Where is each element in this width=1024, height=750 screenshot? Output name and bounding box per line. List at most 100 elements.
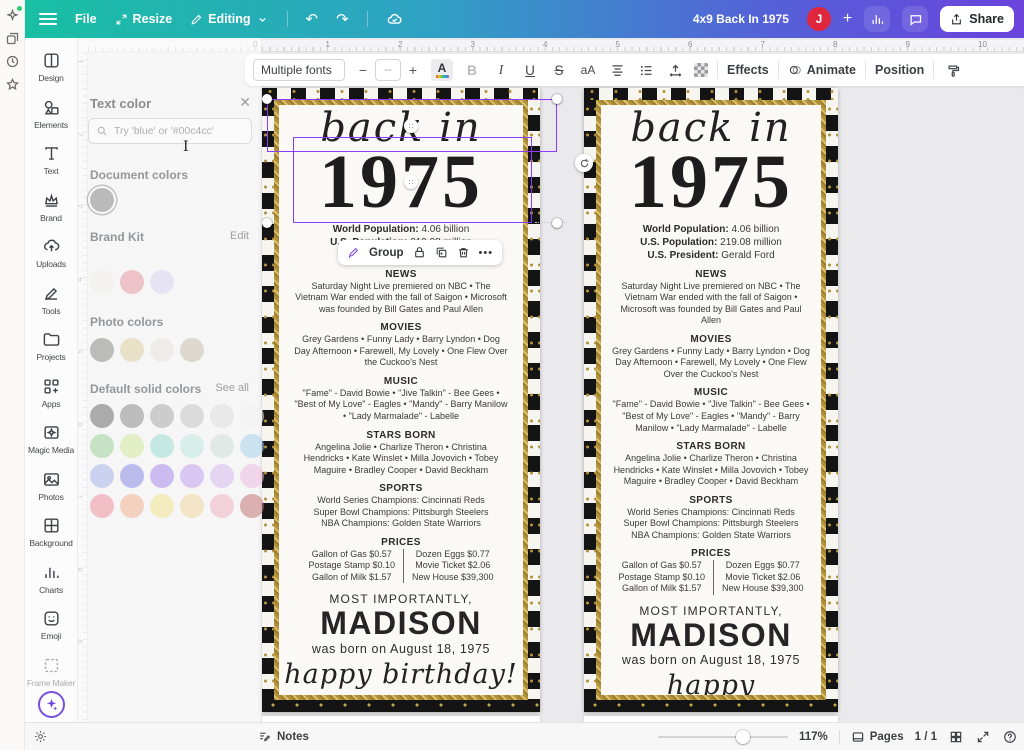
sidebar-item-background[interactable]: Background [25, 509, 78, 556]
brand-kit-edit-link[interactable]: Edit [230, 230, 249, 242]
drag-handle-1975[interactable]: ∷ [404, 175, 418, 189]
sidebar-item-magic-media[interactable]: Magic Media [25, 416, 78, 463]
color-swatch[interactable] [240, 464, 264, 488]
selection-handle-bottom-right[interactable] [552, 218, 562, 228]
color-swatch[interactable] [210, 464, 234, 488]
undo-icon[interactable]: ↶ [306, 12, 319, 27]
see-all-link[interactable]: See all [215, 382, 249, 394]
add-member-button[interactable]: + [843, 10, 852, 28]
help-icon[interactable] [1002, 729, 1018, 745]
poster-section-movies[interactable]: MOVIES Grey Gardens • Funny Lady • Barry… [612, 334, 810, 381]
poster-page-1[interactable]: back in 1975 World Population: 4.06 bill… [262, 88, 540, 712]
color-swatch[interactable] [210, 434, 234, 458]
poster-name[interactable]: MADISON [320, 606, 482, 641]
letter-spacing-button[interactable] [665, 59, 685, 81]
color-swatch[interactable] [90, 434, 114, 458]
sidebar-item-elements[interactable]: Elements [25, 91, 78, 138]
color-swatch[interactable] [210, 494, 234, 518]
pages-button[interactable]: Pages [851, 730, 904, 744]
bold-button[interactable]: B [462, 59, 482, 81]
color-swatch[interactable] [150, 404, 174, 428]
poster-section-prices[interactable]: PRICES Gallon of Gas $0.57 Postage Stamp… [300, 537, 501, 584]
star-bookmark-icon[interactable] [5, 77, 20, 92]
color-swatch[interactable] [240, 434, 264, 458]
poster-name[interactable]: MADISON [630, 618, 792, 653]
poster-born-line[interactable]: was born on August 18, 1975 [312, 642, 490, 656]
list-button[interactable] [636, 59, 656, 81]
poster-section-sports[interactable]: SPORTS World Series Champions: Cincinnat… [612, 495, 810, 542]
group-button[interactable]: Group [369, 247, 404, 259]
sidebar-item-uploads[interactable]: Uploads [25, 230, 78, 277]
poster-page-2[interactable]: back in 1975 World Population: 4.06 bill… [584, 88, 838, 712]
color-swatch[interactable] [150, 494, 174, 518]
text-case-button[interactable]: aA [578, 59, 598, 81]
poster-section-sports[interactable]: SPORTS World Series Champions: Cincinnat… [294, 483, 508, 530]
color-search-input[interactable] [114, 125, 244, 137]
lock-icon[interactable] [413, 246, 426, 259]
zoom-slider-thumb[interactable] [736, 730, 750, 744]
notes-button[interactable]: Notes [258, 730, 309, 743]
color-swatch[interactable] [150, 434, 174, 458]
insights-chart-icon[interactable] [864, 6, 890, 32]
poster-section-news[interactable]: NEWS Saturday Night Live premiered on NB… [612, 269, 810, 327]
italic-button[interactable]: I [491, 59, 511, 81]
sidebar-item-brand[interactable]: Brand [25, 184, 78, 231]
alignment-button[interactable] [607, 59, 627, 81]
magic-edit-icon[interactable] [347, 246, 360, 259]
sidebar-item-apps[interactable]: Apps [25, 370, 78, 417]
color-search-box[interactable] [88, 118, 252, 144]
sparkle-extension-icon[interactable] [5, 8, 20, 23]
color-swatch[interactable] [120, 464, 144, 488]
duplicate-icon[interactable] [435, 246, 448, 259]
poster-section-news[interactable]: NEWS Saturday Night Live premiered on NB… [294, 269, 508, 316]
color-swatch[interactable] [120, 270, 144, 294]
poster-section-stars-born[interactable]: STARS BORN Angelina Jolie • Charlize The… [294, 430, 508, 477]
font-size-input[interactable]: -- [375, 59, 401, 81]
color-swatch[interactable] [240, 494, 264, 518]
color-swatch[interactable] [180, 404, 204, 428]
fullscreen-icon[interactable] [975, 729, 991, 745]
sidebar-item-tools[interactable]: Tools [25, 277, 78, 324]
sidebar-item-projects[interactable]: Projects [25, 323, 78, 370]
poster-most-importantly[interactable]: MOST IMPORTANTLY, [329, 592, 472, 606]
sidebar-item-text[interactable]: Text [25, 137, 78, 184]
selection-handle-top-left[interactable] [262, 94, 272, 104]
color-swatch[interactable] [150, 338, 174, 362]
poster-section-music[interactable]: MUSIC "Fame" - David Bowie • "Jive Talki… [294, 376, 508, 423]
sidebar-item-emoji[interactable]: Emoji [25, 602, 78, 649]
color-swatch[interactable] [90, 404, 114, 428]
rotate-handle[interactable] [575, 154, 593, 172]
color-swatch[interactable] [90, 338, 114, 362]
color-swatch[interactable] [120, 404, 144, 428]
menu-icon[interactable] [39, 13, 57, 25]
copy-window-icon[interactable] [5, 31, 20, 46]
color-swatch[interactable] [180, 464, 204, 488]
strikethrough-button[interactable]: S [549, 59, 569, 81]
poster-section-prices[interactable]: PRICES Gallon of Gas $0.57 Postage Stamp… [610, 548, 811, 595]
resize-button[interactable]: Resize [115, 12, 173, 26]
color-swatch[interactable] [180, 338, 204, 362]
editing-mode-button[interactable]: Editing [190, 12, 268, 26]
poster-section-music[interactable]: MUSIC "Fame" - David Bowie • "Jive Talki… [612, 387, 810, 434]
cloud-save-icon[interactable] [386, 11, 403, 28]
sidebar-item-design[interactable]: Design [25, 44, 78, 91]
zoom-slider[interactable] [658, 736, 788, 738]
font-family-select[interactable]: Multiple fonts [253, 59, 345, 81]
color-swatch[interactable] [150, 270, 174, 294]
share-button[interactable]: Share [940, 6, 1014, 32]
poster-happy-birthday[interactable]: happy birthday! [284, 659, 517, 690]
color-swatch[interactable] [210, 404, 234, 428]
color-swatch[interactable] [180, 434, 204, 458]
color-swatch[interactable] [150, 464, 174, 488]
selection-handle-bottom-left[interactable] [262, 218, 272, 228]
color-swatch[interactable] [90, 494, 114, 518]
poster-title-year[interactable]: 1975 [629, 149, 793, 216]
drag-handle-back-in[interactable]: ∷ [404, 119, 418, 133]
animate-button[interactable]: Animate [788, 63, 856, 77]
delete-icon[interactable] [457, 246, 470, 259]
transparency-button[interactable] [694, 63, 708, 77]
zoom-level[interactable]: 117% [799, 731, 828, 743]
color-swatch[interactable] [180, 494, 204, 518]
file-button[interactable]: File [75, 12, 97, 26]
color-swatch[interactable] [120, 338, 144, 362]
